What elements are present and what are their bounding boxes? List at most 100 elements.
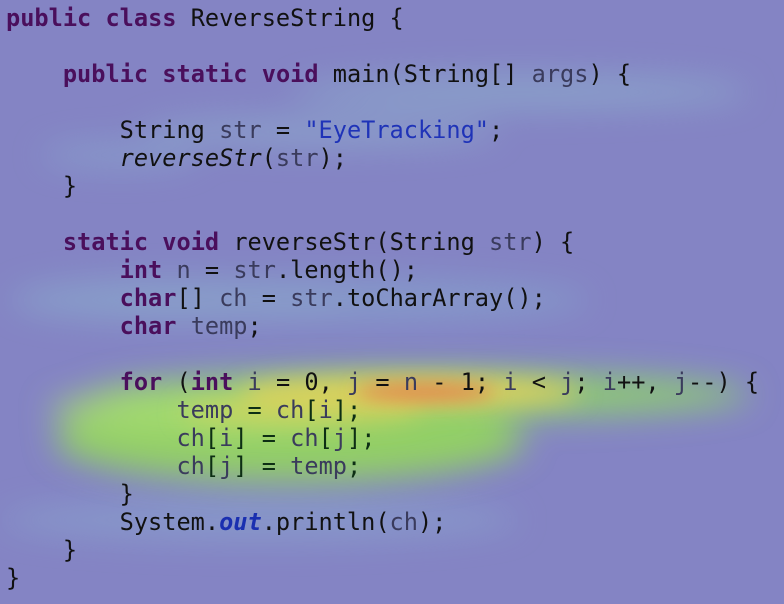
keyword-token: public (62, 60, 149, 88)
code-line[interactable]: public class ReverseString { (6, 4, 759, 32)
code-line[interactable] (6, 200, 759, 228)
code-token: ReverseString { (176, 4, 404, 32)
code-token: ]; (347, 424, 376, 452)
code-token: ) { (588, 60, 632, 88)
code-line[interactable]: String str = "EyeTracking"; (6, 116, 759, 144)
code-token: = (247, 284, 291, 312)
code-line[interactable]: System.out.println(ch); (6, 508, 759, 536)
code-token: ; (489, 116, 504, 144)
code-editor[interactable]: public class ReverseString { public stat… (6, 4, 759, 592)
code-token: String (6, 116, 220, 144)
code-line[interactable]: int n = str.length(); (6, 256, 759, 284)
code-line[interactable] (6, 88, 759, 116)
keyword-token: class (105, 4, 177, 32)
identifier-token: temp (190, 312, 248, 340)
code-line[interactable]: temp = ch[i]; (6, 396, 759, 424)
code-token: = (361, 368, 404, 396)
keyword-token: static (162, 60, 248, 88)
code-token: - 1; (418, 368, 504, 396)
code-line[interactable] (6, 32, 759, 60)
keyword-token: void (261, 60, 319, 88)
identifier-token: i (247, 368, 262, 396)
code-token: [ (318, 424, 333, 452)
code-line[interactable]: static void reverseStr(String str) { (6, 228, 759, 256)
code-token: .println( (261, 508, 390, 536)
identifier-token: temp (290, 452, 347, 480)
code-line[interactable]: char temp; (6, 312, 759, 340)
code-line[interactable]: ch[j] = temp; (6, 452, 759, 480)
code-line[interactable]: reverseStr(str); (6, 144, 759, 172)
string-literal-token: "EyeTracking" (304, 116, 489, 144)
code-token: ( (261, 144, 276, 172)
identifier-token: n (403, 368, 419, 396)
keyword-token: int (119, 256, 163, 284)
code-token: < (517, 368, 561, 396)
identifier-token: ch (389, 508, 418, 536)
code-token: ; (247, 312, 262, 340)
code-token: = (233, 396, 276, 424)
code-token: ( (162, 368, 191, 396)
identifier-token: ch (290, 424, 319, 452)
code-token: [ (204, 424, 220, 452)
code-token: } (6, 564, 21, 592)
keyword-token: static (62, 228, 149, 256)
identifier-token: ch (176, 424, 205, 452)
identifier-token: str (275, 144, 319, 172)
code-token: = (261, 116, 305, 144)
code-line[interactable]: } (6, 536, 759, 564)
code-line[interactable]: char[] ch = str.toCharArray(); (6, 284, 759, 312)
code-line[interactable]: } (6, 564, 759, 592)
code-token: ; (574, 368, 603, 396)
identifier-token: i (503, 368, 518, 396)
keyword-token: for (119, 368, 163, 396)
code-line[interactable] (6, 340, 759, 368)
code-token: ++, (616, 368, 674, 396)
code-token: [ (304, 396, 319, 424)
code-line[interactable]: public static void main(String[] args) { (6, 60, 759, 88)
identifier-token: i (219, 424, 234, 452)
keyword-token: void (162, 228, 220, 256)
identifier-token: j (673, 368, 689, 396)
keyword-token: char (119, 312, 177, 340)
identifier-token: j (219, 452, 234, 480)
code-token: } (6, 172, 78, 200)
identifier-token: str (489, 228, 532, 256)
identifier-token: j (346, 368, 362, 396)
identifier-token: n (176, 256, 191, 284)
static-field-token: out (219, 508, 262, 536)
identifier-token: i (602, 368, 617, 396)
method-call-token: reverseStr (119, 144, 262, 172)
identifier-token: str (233, 256, 276, 284)
code-line[interactable]: ch[i] = ch[j]; (6, 424, 759, 452)
code-line[interactable]: for (int i = 0, j = n - 1; i < j; i++, j… (6, 368, 759, 396)
code-token: reverseStr(String (219, 228, 489, 256)
code-token: [ (204, 452, 220, 480)
code-token: ] = (233, 452, 291, 480)
code-token: ] = (233, 424, 291, 452)
keyword-token: public (6, 4, 92, 32)
code-token: .toCharArray(); (332, 284, 546, 312)
code-token: = 0, (261, 368, 347, 396)
identifier-token: j (560, 368, 575, 396)
keyword-token: char (119, 284, 177, 312)
identifier-token: j (332, 424, 348, 452)
identifier-token: i (318, 396, 333, 424)
identifier-token: ch (219, 284, 248, 312)
identifier-token: str (219, 116, 262, 144)
code-line[interactable]: } (6, 480, 759, 508)
identifier-token: args (531, 60, 589, 88)
code-line[interactable]: } (6, 172, 759, 200)
